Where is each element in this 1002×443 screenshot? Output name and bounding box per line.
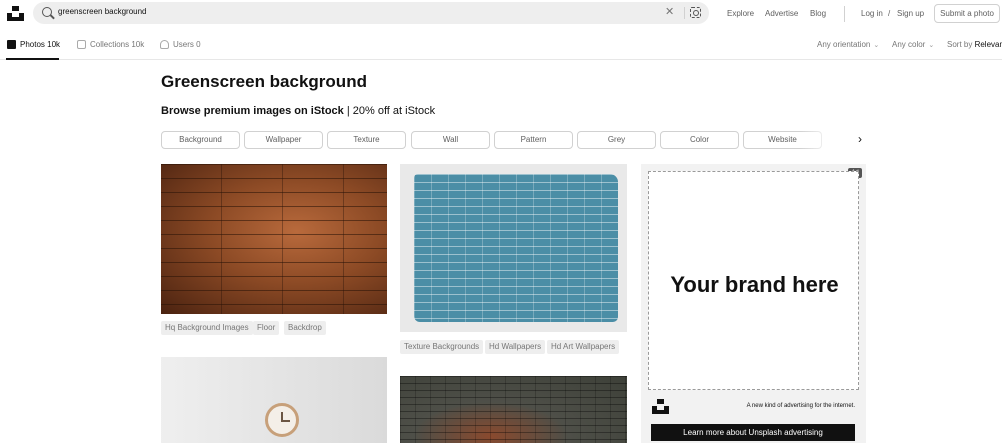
filter-bar: Photos 10k Collections 10k Users 0 Any o… (0, 32, 1002, 60)
tag-texture-backgrounds[interactable]: Texture Backgrounds (400, 340, 484, 354)
tab-collections[interactable]: Collections 10k (90, 40, 144, 49)
tag-hq-background-images[interactable]: Hq Background Images (161, 321, 253, 335)
visual-search-icon[interactable] (690, 7, 701, 18)
page-title: Greenscreen background (161, 72, 367, 91)
auth-separator: / (888, 9, 891, 18)
tag-hd-wallpapers[interactable]: Hd Wallpapers (485, 340, 546, 354)
sort-label: Sort by (947, 40, 973, 49)
photo-blue-brick-wall[interactable] (400, 164, 627, 332)
chip-wall[interactable]: Wall (411, 131, 490, 149)
chip-grey[interactable]: Grey (577, 131, 656, 149)
unsplash-logo-icon[interactable] (7, 6, 24, 21)
search-input[interactable]: greenscreen background (58, 7, 147, 16)
tab-photos[interactable]: Photos 10k (20, 40, 60, 49)
chip-texture[interactable]: Texture (327, 131, 406, 149)
color-dropdown[interactable]: Any color ⌄ (892, 40, 934, 49)
ad-placeholder: Your brand here (648, 171, 859, 390)
istock-promo-rest: | 20% off at iStock (343, 105, 436, 117)
chip-color[interactable]: Color (660, 131, 739, 149)
istock-promo-bold: Browse premium images on iStock (161, 105, 344, 117)
orientation-label: Any orientation (817, 40, 871, 49)
tag-hd-art-wallpapers[interactable]: Hd Art Wallpapers (547, 340, 620, 354)
tag-floor[interactable]: Floor (253, 321, 280, 335)
sort-value: Relevan (974, 40, 1002, 49)
signup-link[interactable]: Sign up (897, 9, 924, 18)
header-divider (844, 6, 845, 22)
nav-advertise[interactable]: Advertise (765, 9, 798, 18)
submit-photo-button[interactable]: Submit a photo (934, 4, 1000, 23)
search-icon[interactable] (42, 7, 52, 17)
orientation-dropdown[interactable]: Any orientation ⌄ (817, 40, 879, 49)
nav-blog[interactable]: Blog (810, 9, 826, 18)
ad-brand-text: Your brand here (670, 272, 839, 297)
photo-icon (7, 40, 16, 49)
advertisement[interactable]: Ad Your brand here A new kind of adverti… (641, 164, 866, 443)
ad-tagline: A new kind of advertising for the intern… (746, 403, 855, 409)
search-divider (684, 7, 685, 19)
collections-icon (77, 40, 86, 49)
photo-wall-clock[interactable] (161, 357, 387, 443)
chip-pattern[interactable]: Pattern (494, 131, 573, 149)
chip-background[interactable]: Background (161, 131, 240, 149)
ad-learn-more-button[interactable]: Learn more about Unsplash advertising (651, 424, 855, 441)
chip-wallpaper[interactable]: Wallpaper (244, 131, 323, 149)
chevron-right-icon[interactable]: › (858, 132, 862, 146)
istock-promo[interactable]: Browse premium images on iStock | 20% of… (161, 105, 435, 117)
chevron-down-icon: ⌄ (873, 42, 880, 49)
sort-dropdown[interactable]: Sort by Relevan (947, 40, 1002, 49)
search-bar[interactable]: greenscreen background ✕ (33, 2, 709, 24)
photo-dark-brick-wall[interactable] (400, 376, 627, 443)
color-label: Any color (892, 40, 926, 49)
tab-users[interactable]: Users 0 (173, 40, 201, 49)
users-icon (160, 40, 169, 49)
chip-fade (800, 129, 852, 151)
photo-wood-floor[interactable] (161, 164, 387, 314)
nav-explore[interactable]: Explore (727, 9, 754, 18)
active-tab-underline (6, 58, 59, 60)
login-link[interactable]: Log in (861, 9, 883, 18)
tag-backdrop[interactable]: Backdrop (284, 321, 326, 335)
chevron-down-icon: ⌄ (928, 42, 935, 49)
unsplash-logo-icon (652, 399, 669, 414)
top-header: greenscreen background ✕ Explore Adverti… (0, 0, 1002, 28)
clear-search-icon[interactable]: ✕ (665, 5, 674, 18)
